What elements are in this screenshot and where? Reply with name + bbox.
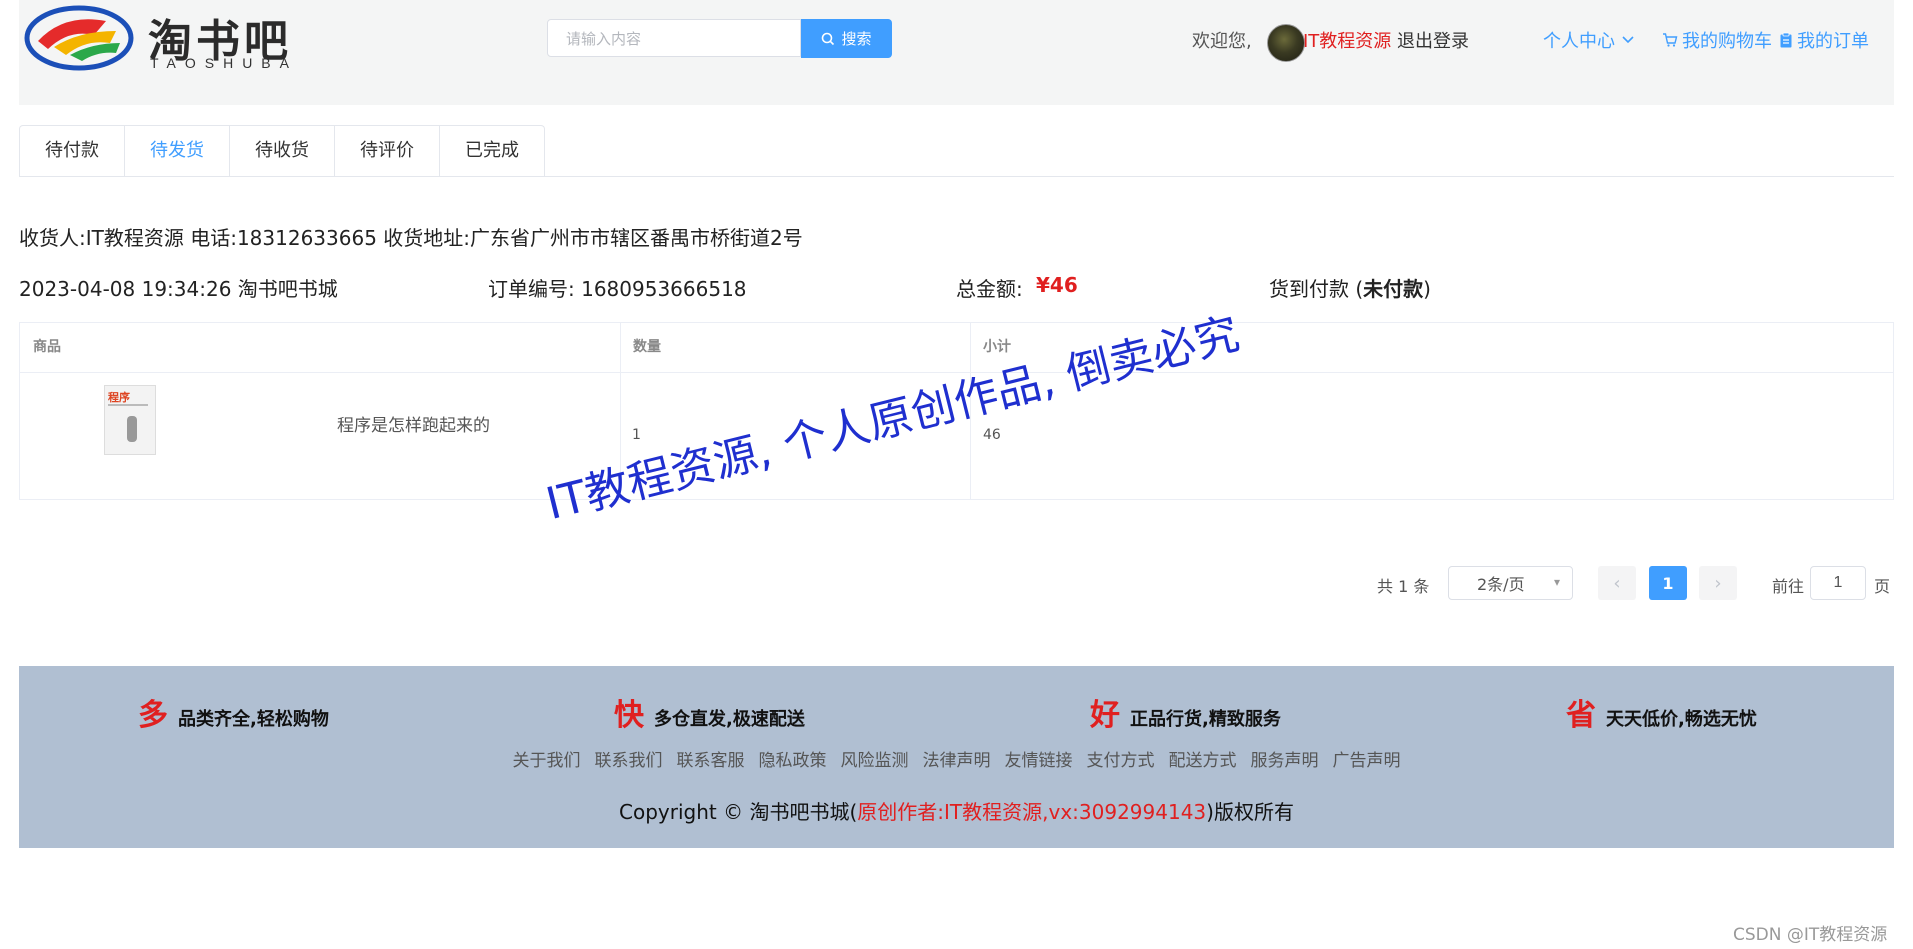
page-size-value: 2条/页 [1477,575,1525,594]
tab-item[interactable]: 已完成 [439,126,544,176]
footer-links: 关于我们 联系我们 联系客服 隐私政策 风险监测 法律声明 友情链接 支付方式 配送方式 服务声明… [19,746,1894,771]
payment-method: 货到付款 ( [1269,277,1364,301]
username-link[interactable]: IT教程资源 [1303,27,1391,53]
tab-item[interactable]: 待评价 [334,126,439,176]
promo-big-char: 快 [614,698,644,733]
search-field[interactable] [547,19,801,58]
tab-item[interactable]: 待付款 [20,126,124,176]
footer-link[interactable]: 联系客服 [677,751,745,771]
promo-text: 多仓直发,极速配送 [654,709,805,730]
clipboard-icon [1780,32,1792,48]
footer-link[interactable]: 支付方式 [1087,751,1155,771]
total-amount-value: ¥46 [1036,273,1078,297]
payment-status: 货到付款 (未付款) [1269,273,1431,302]
promo-item: 多 品类齐全,轻松购物 [138,690,329,734]
order-number: 订单编号: 1680953666518 [488,277,747,301]
avatar[interactable] [1267,24,1305,62]
welcome-text: 欢迎您, [1192,31,1252,52]
search-button-label: 搜索 [841,30,872,48]
cart-link[interactable]: 我的购物车 [1662,27,1772,53]
logo-icon [24,5,134,71]
promo-item: 好 正品行货,精致服务 [1090,690,1281,734]
goto-label: 前往 [1772,577,1805,596]
table-header-subtotal: 小计 [983,339,1011,355]
page-number-current[interactable]: 1 [1649,566,1687,600]
cart-label: 我的购物车 [1682,31,1772,52]
promo-text: 正品行货,精致服务 [1130,709,1281,730]
cart-icon [1663,33,1678,47]
chevron-left-icon: ‹ [1613,572,1621,594]
footer-link[interactable]: 风险监测 [841,751,909,771]
tab-item[interactable]: 待发货 [124,126,229,176]
footer-link[interactable]: 服务声明 [1251,751,1319,771]
unpaid-badge: 未付款 [1363,277,1424,301]
column-divider [970,323,971,499]
column-divider [620,323,621,499]
copyright: Copyright © 淘书吧书城(原创作者:IT教程资源,vx:3092994… [19,796,1894,825]
csdn-watermark: CSDN @IT教程资源 [1733,925,1888,945]
personal-center-label: 个人中心 [1543,31,1615,52]
header-divider [20,372,1893,373]
chevron-down-icon [1622,36,1634,44]
copyright-author: 原创作者:IT教程资源,vx:3092994143 [857,800,1207,824]
copyright-prefix: Copyright © 淘书吧书城( [619,800,858,824]
receiver-info: 收货人:IT教程资源 电话:18312633665 收货地址:广东省广州市市辖区… [19,226,803,250]
chevron-right-icon: › [1714,572,1722,594]
book-title[interactable]: 程序是怎样跑起来的 [337,411,490,436]
footer-link[interactable]: 配送方式 [1169,751,1237,771]
page-size-select[interactable]: 2条/页 ▾ [1448,566,1573,600]
logo-subtitle: TAOSHUBA [150,55,298,71]
orders-label: 我的订单 [1797,31,1869,52]
search-icon [822,32,835,45]
orders-link[interactable]: 我的订单 [1779,27,1869,53]
search-input[interactable] [564,20,798,58]
footer-link[interactable]: 联系我们 [595,751,663,771]
tab-strip: 待付款 待发货 待收货 待评价 已完成 [19,125,545,176]
promo-item: 快 多仓直发,极速配送 [614,690,805,734]
tab-item[interactable]: 待收货 [229,126,334,176]
pagination-total: 共 1 条 [1377,577,1430,596]
promo-text: 品类齐全,轻松购物 [178,709,329,730]
footer-link[interactable]: 隐私政策 [759,751,827,771]
order-items-table: 商品 数量 小计 程序 程序是怎样跑起来的 1 46 [19,322,1894,500]
book-cover-image[interactable]: 程序 [104,385,156,455]
promo-big-char: 多 [138,698,168,733]
logout-link[interactable]: 退出登录 [1397,27,1469,53]
cover-figure [127,416,137,442]
table-header-product: 商品 [33,339,61,355]
promo-big-char: 好 [1090,698,1120,733]
table-header-quantity: 数量 [633,339,661,355]
footer-link[interactable]: 法律声明 [923,751,991,771]
order-datetime-shop: 2023-04-08 19:34:26 淘书吧书城 [19,277,338,301]
item-subtotal: 46 [983,427,1001,443]
promo-item: 省 天天低价,畅选无忧 [1566,690,1757,734]
chevron-down-icon: ▾ [1553,575,1560,589]
book-cover-text: 程序 [108,391,130,404]
prev-page-button[interactable]: ‹ [1598,566,1636,600]
goto-page-input[interactable] [1810,566,1866,600]
footer-link[interactable]: 广告声明 [1333,751,1401,771]
next-page-button[interactable]: › [1699,566,1737,600]
page-unit-label: 页 [1874,577,1891,596]
item-quantity: 1 [632,427,641,443]
payment-close: ) [1423,277,1431,301]
personal-center-menu[interactable]: 个人中心 [1543,27,1635,53]
footer-link[interactable]: 关于我们 [513,751,581,771]
footer: 多 品类齐全,轻松购物 快 多仓直发,极速配送 好 正品行货,精致服务 省 天天… [19,666,1894,848]
total-amount-label: 总金额: [956,277,1023,301]
header: 淘书吧 TAOSHUBA 搜索 欢迎您, IT教程资源 退出登录 个人中心 我的… [19,0,1894,105]
footer-link[interactable]: 友情链接 [1005,751,1073,771]
cover-line [108,404,148,406]
copyright-suffix: )版权所有 [1206,800,1294,824]
search-button[interactable]: 搜索 [801,19,892,58]
logo[interactable]: 淘书吧 TAOSHUBA [24,5,354,71]
promo-big-char: 省 [1566,698,1596,733]
order-status-tabs: 待付款 待发货 待收货 待评价 已完成 [19,125,1894,177]
promo-text: 天天低价,畅选无忧 [1606,709,1757,730]
